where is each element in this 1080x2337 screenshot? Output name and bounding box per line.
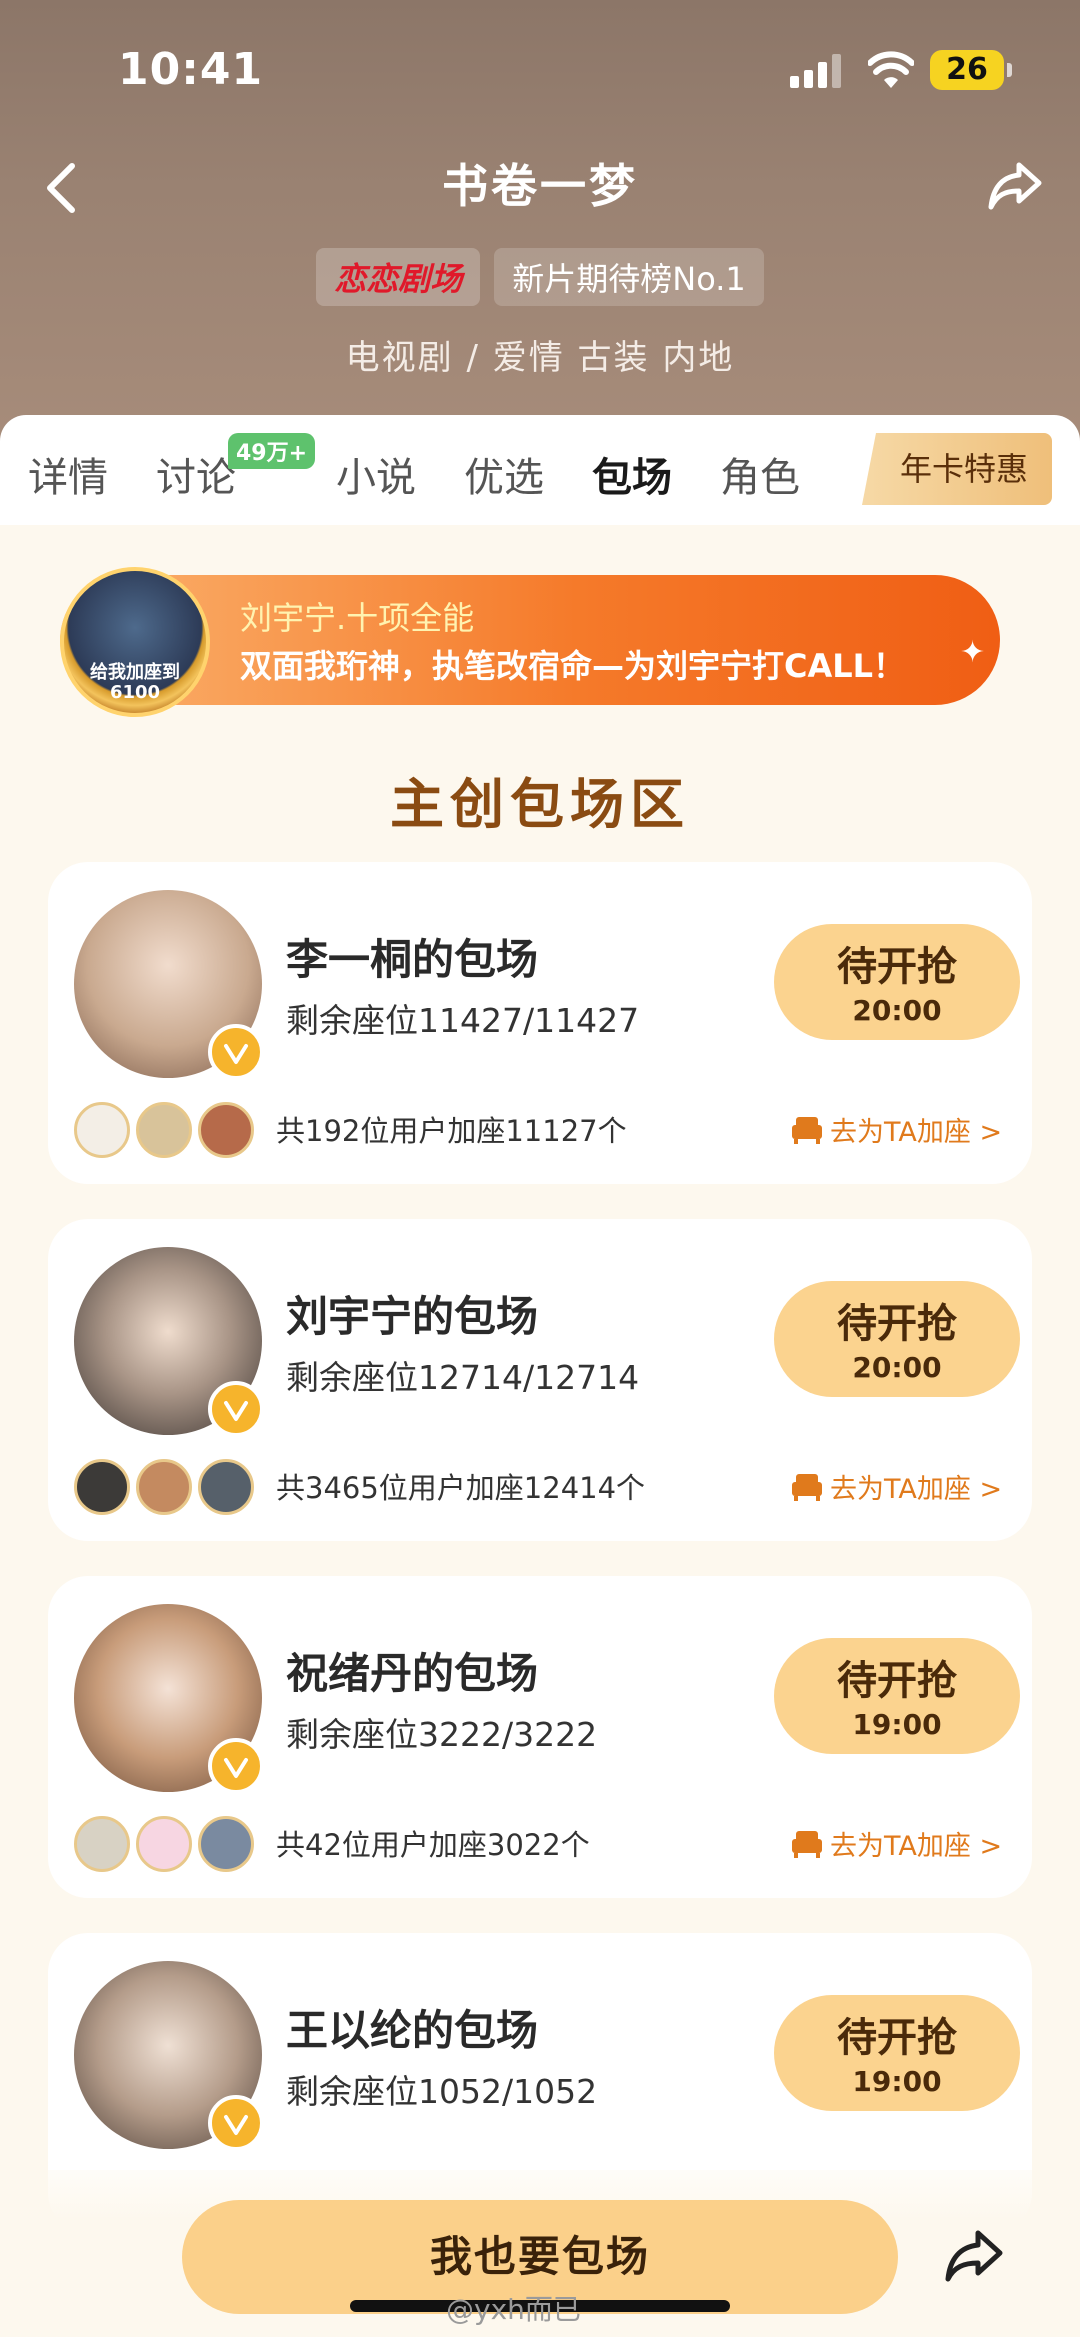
screening-card: 李一桐的包场 剩余座位11427/11427 待开抢 20:00 共192位用户… (48, 862, 1032, 1184)
battery-icon: 26 (930, 50, 1012, 90)
watermark: @yxh而已 (446, 2293, 581, 2326)
tab-characters[interactable]: 角色 (720, 445, 800, 503)
genre-text: 电视剧 / 爱情 古装 内地 (345, 338, 735, 378)
tab-discussion[interactable]: 讨论 (156, 445, 236, 503)
supporter-count: 共3465位用户加座12414个 (276, 1471, 646, 1505)
sofa-icon (792, 1830, 822, 1858)
status-time: 10:41 (118, 44, 264, 95)
annual-card-button[interactable]: 年卡特惠 (862, 433, 1052, 505)
signal-icon (790, 54, 846, 88)
page-title: 书卷一梦 (442, 159, 638, 213)
banner-subtitle: 双面我珩神，执笔改宿命—为刘宇宁打CALL！ (240, 647, 906, 685)
verified-icon (208, 2095, 264, 2151)
screening-card: 祝绪丹的包场 剩余座位3222/3222 待开抢 19:00 共42位用户加座3… (48, 1576, 1032, 1898)
add-seat-link[interactable]: 去为TA加座 > (790, 1110, 1002, 1149)
add-seat-label: 去为TA加座 > (830, 1117, 1003, 1148)
discussion-count-badge: 49万+ (228, 433, 316, 469)
banner-avatar-text: 给我加座到 6100 (90, 662, 180, 703)
badge-row: 恋恋剧场 新片期待榜No.1 (0, 248, 1080, 306)
tab-details[interactable]: 详情 (28, 445, 108, 503)
supporter-avatar (74, 1459, 130, 1515)
add-seat-link[interactable]: 去为TA加座 > (790, 1467, 1002, 1506)
supporter-avatar (136, 1102, 192, 1158)
header: 10:41 26 书卷一梦 恋恋剧场 新片期待榜No.1 电视剧 / 爱情 古装… (0, 0, 1080, 470)
grab-label: 待开抢 (837, 2015, 957, 2061)
grab-button[interactable]: 待开抢 19:00 (774, 1995, 1020, 2111)
supporter-avatar (198, 1816, 254, 1872)
seats-remaining: 剩余座位3222/3222 (286, 1715, 598, 1754)
promo-banner[interactable]: 给我加座到 6100 刘宇宁.十项全能 双面我珩神，执笔改宿命—为刘宇宁打CAL… (60, 567, 1000, 717)
status-bar: 10:41 26 (0, 0, 1080, 140)
verified-icon (208, 1381, 264, 1437)
verified-icon (208, 1738, 264, 1794)
screening-card: 刘宇宁的包场 剩余座位12714/12714 待开抢 20:00 共3465位用… (48, 1219, 1032, 1541)
supporter-avatar (74, 1102, 130, 1158)
grab-button[interactable]: 待开抢 20:00 (774, 924, 1020, 1040)
wifi-icon (868, 51, 914, 88)
add-seat-link[interactable]: 去为TA加座 > (790, 1824, 1002, 1863)
grab-time: 20:00 (852, 1351, 942, 1384)
brand-badge[interactable]: 恋恋剧场 (316, 248, 481, 306)
tab-private-screening[interactable]: 包场 (592, 445, 672, 503)
seats-remaining: 剩余座位11427/11427 (286, 1001, 640, 1040)
grab-button[interactable]: 待开抢 20:00 (774, 1281, 1020, 1397)
seats-remaining: 剩余座位1052/1052 (286, 2072, 598, 2111)
sparkle-icon: ✦ (960, 635, 986, 670)
verified-icon (208, 1024, 264, 1080)
supporter-avatar (136, 1459, 192, 1515)
screening-name: 王以纶的包场 (286, 2006, 539, 2055)
add-seat-label: 去为TA加座 > (830, 1831, 1003, 1862)
share-icon[interactable] (942, 2225, 1006, 2285)
sofa-icon (792, 1473, 822, 1501)
grab-time: 19:00 (852, 1708, 942, 1741)
share-icon[interactable] (985, 155, 1045, 215)
supporter-avatar (74, 1816, 130, 1872)
banner-title: 刘宇宁.十项全能 (240, 599, 475, 637)
screening-name: 祝绪丹的包场 (286, 1649, 539, 1698)
grab-label: 待开抢 (837, 1658, 957, 1704)
add-seat-label: 去为TA加座 > (830, 1474, 1003, 1505)
rank-badge[interactable]: 新片期待榜No.1 (494, 248, 764, 306)
screening-name: 李一桐的包场 (286, 935, 539, 984)
supporter-avatar (198, 1459, 254, 1515)
grab-label: 待开抢 (837, 1301, 957, 1347)
supporter-count: 共192位用户加座11127个 (276, 1114, 627, 1148)
screening-name: 刘宇宁的包场 (286, 1292, 539, 1341)
sofa-icon (792, 1116, 822, 1144)
grab-button[interactable]: 待开抢 19:00 (774, 1638, 1020, 1754)
supporter-avatar (198, 1102, 254, 1158)
section-title: 主创包场区 (390, 773, 690, 836)
supporter-avatar (136, 1816, 192, 1872)
grab-time: 19:00 (852, 2065, 942, 2098)
tab-bar: 详情 讨论 49万+ 小说 优选 包场 角色 年卡特惠 (0, 415, 1080, 525)
seats-remaining: 剩余座位12714/12714 (286, 1358, 640, 1397)
tab-novel[interactable]: 小说 (336, 445, 416, 503)
tab-featured[interactable]: 优选 (464, 445, 544, 503)
supporter-count: 共42位用户加座3022个 (276, 1828, 590, 1862)
grab-time: 20:00 (852, 994, 942, 1027)
grab-label: 待开抢 (837, 944, 957, 990)
